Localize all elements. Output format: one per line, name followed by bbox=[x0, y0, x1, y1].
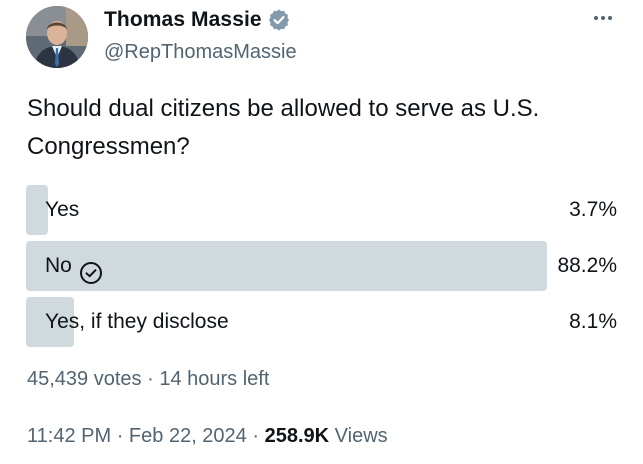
author-name-row: Thomas Massie bbox=[104, 8, 290, 32]
tweet-text: Should dual citizens be allowed to serve… bbox=[27, 95, 540, 160]
poll-option-no[interactable]: No 88.2% bbox=[26, 241, 617, 291]
poll-meta: 45,439 votes · 14 hours left bbox=[27, 368, 269, 391]
verified-badge-icon[interactable] bbox=[268, 9, 290, 31]
poll-option-label: No bbox=[45, 241, 103, 291]
poll-option-yes-if-disclose[interactable]: Yes, if they disclose 8.1% bbox=[26, 297, 617, 347]
poll-time-left: 14 hours left bbox=[159, 368, 270, 390]
tweet: Thomas Massie @RepThomasMassie Should du… bbox=[0, 0, 643, 464]
separator: · bbox=[147, 368, 154, 390]
tweet-time[interactable]: 11:42 PM bbox=[27, 425, 111, 447]
check-circle-icon bbox=[79, 254, 103, 284]
tweet-date[interactable]: Feb 22, 2024 bbox=[129, 425, 247, 447]
poll-option-percent: 88.2% bbox=[557, 254, 617, 277]
poll-option-text: No bbox=[45, 254, 72, 277]
poll: Yes 3.7% No 88.2% Yes, if they disclose bbox=[26, 185, 617, 353]
poll-option-text: Yes bbox=[45, 198, 80, 221]
avatar-image bbox=[26, 6, 88, 68]
separator: · bbox=[252, 425, 260, 447]
poll-option-label: Yes, if they disclose bbox=[45, 297, 229, 347]
views-label[interactable]: Views bbox=[335, 425, 388, 447]
poll-option-percent: 8.1% bbox=[569, 310, 617, 333]
poll-option-percent: 3.7% bbox=[569, 198, 617, 221]
poll-vote-count: 45,439 votes bbox=[27, 368, 142, 390]
more-options-icon[interactable] bbox=[586, 4, 620, 32]
separator: · bbox=[116, 425, 124, 447]
views-count[interactable]: 258.9K bbox=[265, 425, 330, 447]
poll-bar bbox=[26, 241, 548, 291]
author-name[interactable]: Thomas Massie bbox=[104, 8, 262, 32]
poll-option-label: Yes bbox=[45, 185, 79, 235]
tweet-footer: 11:42 PM · Feb 22, 2024 · 258.9K Views bbox=[27, 425, 388, 448]
poll-option-yes[interactable]: Yes 3.7% bbox=[26, 185, 617, 235]
avatar[interactable] bbox=[26, 6, 88, 68]
poll-option-text: Yes, if they disclose bbox=[45, 310, 229, 333]
author-handle[interactable]: @RepThomasMassie bbox=[104, 41, 297, 64]
